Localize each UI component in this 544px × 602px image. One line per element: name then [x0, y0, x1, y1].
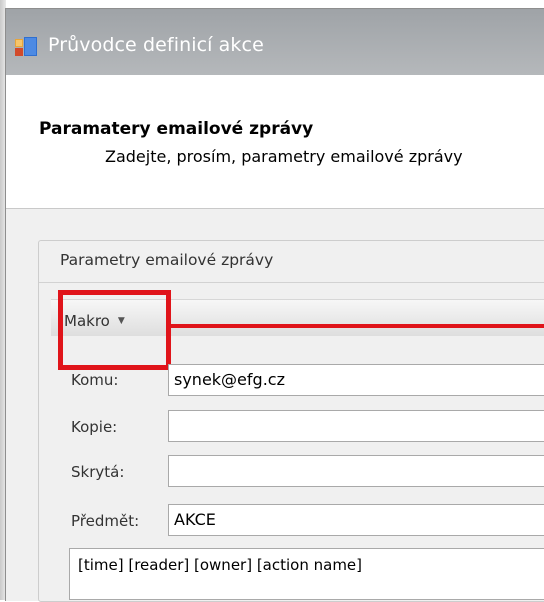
- subject-label: Předmět:: [71, 512, 140, 530]
- cc-label: Kopie:: [71, 418, 118, 436]
- app-icon: [15, 37, 37, 56]
- wizard-header: Paramatery emailové zprávy Zadejte, pros…: [6, 75, 544, 209]
- to-field[interactable]: synek@efg.cz: [168, 364, 544, 396]
- page-subtitle: Zadejte, prosím, parametry emailové zprá…: [105, 147, 463, 166]
- annotation-highlight-box: [58, 290, 171, 370]
- window-title: Průvodce definicí akce: [48, 34, 264, 56]
- message-body-text: [time] [reader] [owner] [action name]: [78, 556, 363, 574]
- title-bar[interactable]: Průvodce definicí akce: [6, 9, 544, 75]
- subject-field[interactable]: AKCE: [168, 504, 544, 536]
- message-body-textarea[interactable]: [time] [reader] [owner] [action name]: [69, 548, 544, 600]
- bcc-field[interactable]: [168, 455, 544, 487]
- annotation-arrow-line: [171, 324, 544, 328]
- cc-field[interactable]: [168, 410, 544, 442]
- to-field-value: synek@efg.cz: [174, 370, 285, 389]
- subject-field-value: AKCE: [174, 510, 216, 529]
- page-title: Paramatery emailové zprávy: [39, 119, 314, 139]
- group-divider: [39, 282, 544, 283]
- bcc-label: Skrytá:: [71, 463, 125, 481]
- to-label: Komu:: [71, 371, 119, 389]
- group-title: Parametry emailové zprávy: [60, 251, 274, 269]
